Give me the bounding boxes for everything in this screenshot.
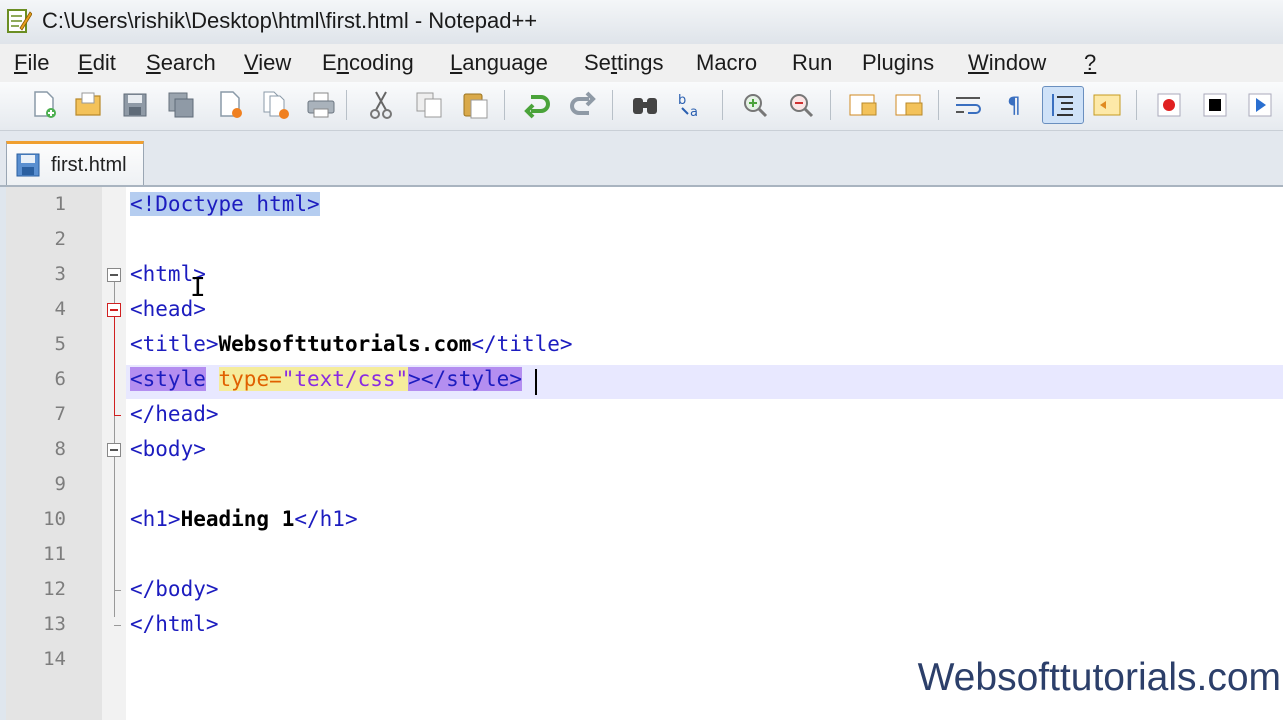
stop-record-icon[interactable] (1198, 88, 1232, 122)
open-file-icon[interactable] (72, 88, 106, 122)
code-line-1: <!Doctype html> (130, 192, 320, 216)
replace-icon[interactable]: ba (674, 88, 708, 122)
print-icon[interactable] (304, 88, 338, 122)
line-number: 1 (54, 193, 66, 215)
window-title: C:\Users\rishik\Desktop\html\first.html … (42, 8, 538, 33)
line-number: 10 (43, 508, 66, 530)
menu-edit[interactable]: Edit (78, 50, 116, 76)
line-number: 11 (43, 543, 66, 565)
notepad-plus-plus-icon (7, 9, 32, 33)
save-all-icon[interactable] (164, 88, 198, 122)
code-line-10: <h1>Heading 1</h1> (130, 507, 358, 531)
title-bar: C:\Users\rishik\Desktop\html\first.html … (0, 0, 1283, 44)
word-wrap-icon[interactable] (952, 88, 986, 122)
tab-label: first.html (51, 154, 127, 176)
code-line-12: </body> (130, 577, 219, 601)
line-number: 6 (54, 368, 66, 390)
ibeam-cursor-icon: I (190, 273, 206, 303)
line-number: 4 (54, 298, 66, 320)
zoom-out-icon[interactable] (784, 88, 818, 122)
copy-icon[interactable] (412, 88, 446, 122)
line-number: 7 (54, 403, 66, 425)
line-number: 9 (54, 473, 66, 495)
show-all-chars-icon[interactable]: ¶ (998, 88, 1032, 122)
code-line-6: <style type="text/css"></style> (130, 367, 522, 391)
menu-search[interactable]: Search (146, 50, 216, 76)
find-icon[interactable] (628, 88, 662, 122)
menu-macro[interactable]: Macro (696, 50, 757, 76)
undo-icon[interactable] (520, 88, 554, 122)
redo-icon[interactable] (566, 88, 600, 122)
code-editor[interactable]: 1 2 3 4 5 6 7 8 9 10 11 12 13 14 <!Docty… (6, 187, 1283, 720)
new-file-icon[interactable] (28, 88, 62, 122)
play-macro-icon[interactable] (1244, 88, 1278, 122)
fold-toggle-body[interactable] (107, 443, 121, 457)
code-line-7: </head> (130, 402, 219, 426)
paste-icon[interactable] (458, 88, 492, 122)
line-number: 2 (54, 228, 66, 250)
indent-guide-icon[interactable] (1042, 86, 1084, 124)
menu-help[interactable]: ? (1084, 50, 1096, 76)
menu-plugins[interactable]: Plugins (862, 50, 934, 76)
svg-text:¶: ¶ (1007, 94, 1021, 119)
svg-text:a: a (690, 105, 698, 120)
sync-horizontal-icon[interactable] (892, 88, 926, 122)
saved-file-icon (16, 153, 40, 177)
user-defined-lang-icon[interactable] (1090, 88, 1124, 122)
zoom-in-icon[interactable] (738, 88, 772, 122)
menu-window[interactable]: Window (968, 50, 1046, 76)
menu-view[interactable]: View (244, 50, 291, 76)
cut-icon[interactable] (364, 88, 398, 122)
line-number: 14 (43, 648, 66, 670)
toolbar: ba ¶ (0, 82, 1283, 131)
line-number: 12 (43, 578, 66, 600)
tab-first-html[interactable]: first.html (6, 141, 144, 185)
line-number: 13 (43, 613, 66, 635)
line-number: 5 (54, 333, 66, 355)
menu-run[interactable]: Run (792, 50, 832, 76)
fold-toggle-head[interactable] (107, 303, 121, 317)
code-line-13: </html> (130, 612, 219, 636)
close-all-icon[interactable] (260, 88, 294, 122)
menu-settings[interactable]: Settings (584, 50, 664, 76)
code-line-5: <title>Websofttutorials.com</title> (130, 332, 573, 356)
menu-file[interactable]: File (14, 50, 49, 76)
svg-text:b: b (678, 93, 686, 108)
line-number: 8 (54, 438, 66, 460)
code-line-8: <body> (130, 437, 206, 461)
sync-vertical-icon[interactable] (846, 88, 880, 122)
record-macro-icon[interactable] (1152, 88, 1186, 122)
fold-toggle-html[interactable] (107, 268, 121, 282)
text-caret (535, 369, 537, 395)
line-number: 3 (54, 263, 66, 285)
save-icon[interactable] (118, 88, 152, 122)
tab-strip: first.html (0, 131, 1283, 187)
watermark: Websofttutorials.com (917, 656, 1281, 699)
menu-bar: File Edit Search View Encoding Language … (0, 44, 1283, 82)
menu-language[interactable]: Language (450, 50, 548, 76)
close-icon[interactable] (214, 88, 248, 122)
menu-encoding[interactable]: Encoding (322, 50, 414, 76)
